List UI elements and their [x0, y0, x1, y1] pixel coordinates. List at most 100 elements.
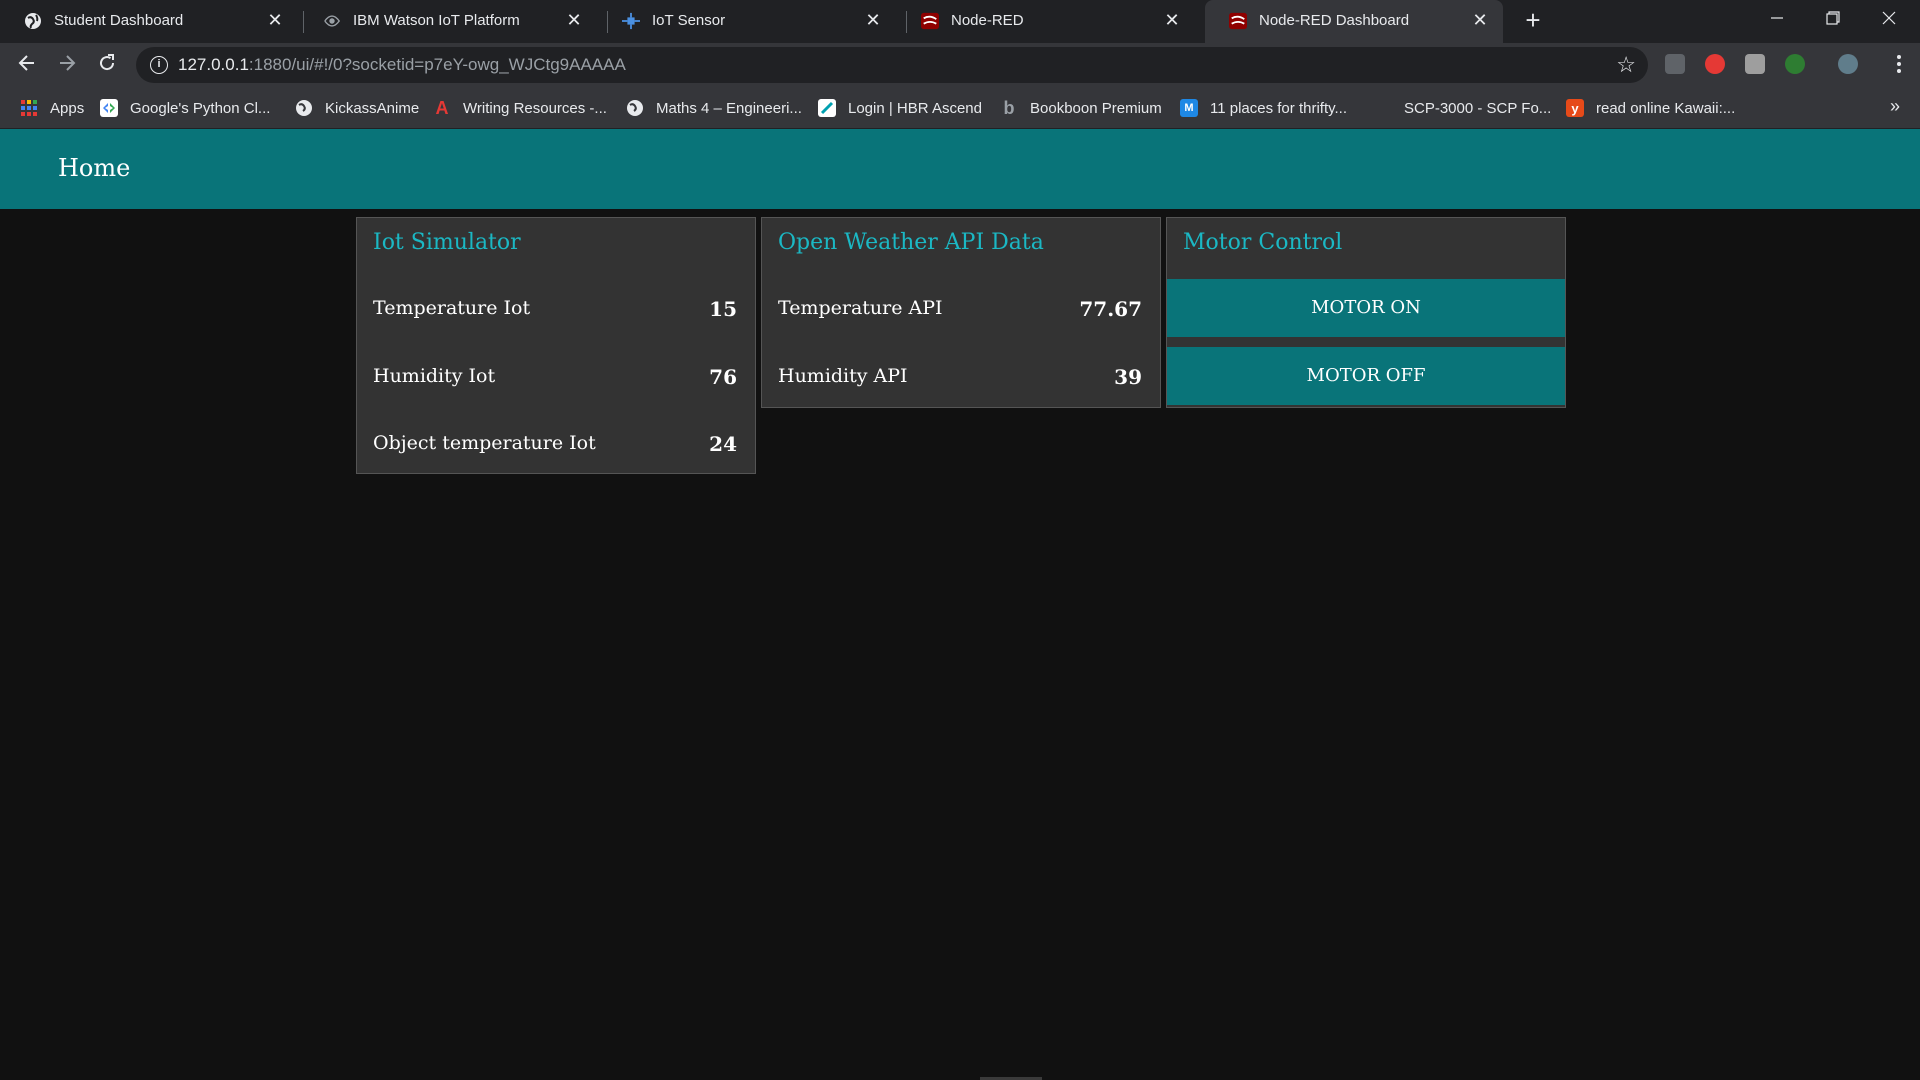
- tumblr-icon: y: [1566, 99, 1584, 117]
- browser-menu-icon[interactable]: [1896, 53, 1902, 77]
- object-temperature-iot-row: Object temperature Iot 24: [373, 429, 737, 459]
- motor-control-card: Motor Control MOTOR ON MOTOR OFF: [1166, 217, 1566, 408]
- bookmark-kawaii[interactable]: y read online Kawaii:...: [1566, 98, 1735, 118]
- card-title: Motor Control: [1183, 230, 1343, 255]
- tab-node-red[interactable]: Node-RED ✕: [897, 0, 1195, 43]
- humidity-iot-row: Humidity Iot 76: [373, 362, 737, 392]
- bookmark-label: Writing Resources -...: [463, 99, 607, 117]
- bookmark-label: read online Kawaii:...: [1596, 99, 1736, 117]
- google-dev-icon: [100, 99, 118, 117]
- arrow-right-icon: [60, 55, 76, 71]
- node-red-icon: [921, 12, 939, 30]
- restore-button[interactable]: [1810, 4, 1856, 34]
- bookmark-label: 11 places for thrifty...: [1210, 99, 1347, 117]
- bookmark-star-icon[interactable]: ☆: [1616, 52, 1636, 78]
- url-host: 127.0.0.1: [178, 55, 249, 74]
- bookmark-label: Maths 4 – Engineeri...: [656, 99, 802, 117]
- tab-title: IoT Sensor: [652, 12, 726, 29]
- tab-ibm-watson[interactable]: IBM Watson IoT Platform ✕: [299, 0, 597, 43]
- bookmark-label: SCP-3000 - SCP Fo...: [1404, 99, 1552, 117]
- motor-off-button[interactable]: MOTOR OFF: [1167, 347, 1565, 405]
- extension-grey-icon[interactable]: [1745, 54, 1765, 74]
- bookmark-apps[interactable]: Apps: [20, 98, 84, 118]
- bookmark-scp-3000[interactable]: SCP-3000 - SCP Fo...: [1374, 98, 1551, 118]
- node-red-icon: [1229, 12, 1247, 30]
- bookboon-icon: b: [1003, 97, 1015, 118]
- bookmark-google-python[interactable]: Google's Python Cl...: [100, 98, 270, 118]
- watson-icon: [323, 12, 341, 30]
- iot-simulator-card: Iot Simulator Temperature Iot 15 Humidit…: [356, 217, 756, 474]
- address-bar[interactable]: i 127.0.0.1:1880/ui/#!/0?socketid=p7eY-o…: [136, 47, 1648, 83]
- tab-title: Student Dashboard: [54, 12, 184, 29]
- close-icon[interactable]: ✕: [862, 9, 884, 31]
- tab-title: Node-RED: [951, 12, 1024, 29]
- tab-title: Node-RED Dashboard: [1259, 12, 1410, 29]
- browser-toolbar: i 127.0.0.1:1880/ui/#!/0?socketid=p7eY-o…: [0, 43, 1920, 88]
- iot-icon: [622, 12, 640, 30]
- motor-on-button[interactable]: MOTOR ON: [1167, 279, 1565, 337]
- extension-s-icon[interactable]: [1665, 54, 1685, 74]
- close-icon[interactable]: ✕: [563, 9, 585, 31]
- bookmark-label: Login | HBR Ascend: [848, 99, 982, 117]
- row-value: 77.67: [1079, 297, 1142, 321]
- bookmark-bookboon[interactable]: b Bookboon Premium: [1000, 98, 1162, 118]
- bookmarks-overflow-icon[interactable]: »: [1890, 96, 1900, 117]
- tab-iot-sensor[interactable]: IoT Sensor ✕: [598, 0, 896, 43]
- bookmark-label: Apps: [50, 99, 85, 117]
- reload-button[interactable]: [92, 51, 122, 81]
- tab-strip: Student Dashboard ✕ IBM Watson IoT Platf…: [0, 0, 1920, 43]
- bookmark-writing-resources[interactable]: A Writing Resources -...: [433, 98, 607, 118]
- close-icon[interactable]: ✕: [1161, 9, 1183, 31]
- row-label: Humidity Iot: [373, 365, 496, 387]
- reload-icon: [100, 54, 115, 71]
- apps-grid-icon: [20, 99, 38, 117]
- forward-button[interactable]: [52, 51, 82, 81]
- bookmark-maths[interactable]: Maths 4 – Engineeri...: [626, 98, 802, 118]
- close-icon[interactable]: ✕: [1469, 9, 1491, 31]
- bookmark-kickassanime[interactable]: KickassAnime: [295, 98, 419, 118]
- extension-green-icon[interactable]: [1785, 54, 1805, 74]
- bookmark-thrifty[interactable]: M 11 places for thrifty...: [1180, 98, 1347, 118]
- minimize-button[interactable]: [1754, 4, 1800, 34]
- back-button[interactable]: [12, 51, 42, 81]
- info-icon[interactable]: i: [150, 56, 168, 74]
- restore-icon: [1826, 11, 1840, 25]
- blank-icon: [1374, 99, 1392, 117]
- humidity-api-row: Humidity API 39: [778, 362, 1142, 392]
- profile-avatar-icon[interactable]: [1838, 54, 1858, 74]
- bookmark-hbr-ascend[interactable]: Login | HBR Ascend: [818, 98, 982, 118]
- bookmarks-bar: Apps Google's Python Cl... KickassAnime …: [0, 88, 1920, 129]
- url-path: :1880/ui/#!/0?socketid=p7eY-owg_WJCtg9AA…: [248, 55, 626, 74]
- tab-node-red-dashboard[interactable]: Node-RED Dashboard ✕: [1205, 0, 1503, 43]
- open-weather-card: Open Weather API Data Temperature API 77…: [761, 217, 1161, 408]
- close-icon[interactable]: ✕: [264, 9, 286, 31]
- globe-icon: [295, 99, 313, 117]
- extension-stop-icon[interactable]: [1705, 54, 1725, 74]
- row-label: Humidity API: [778, 365, 908, 387]
- row-label: Temperature API: [778, 297, 943, 319]
- row-label: Temperature Iot: [373, 297, 531, 319]
- m-icon: M: [1180, 99, 1198, 117]
- globe-icon: [626, 99, 644, 117]
- bookmark-label: Google's Python Cl...: [130, 99, 271, 117]
- row-value: 39: [1114, 365, 1142, 389]
- new-tab-button[interactable]: +: [1520, 7, 1546, 34]
- acrobat-icon: A: [435, 97, 449, 118]
- temperature-api-row: Temperature API 77.67: [778, 294, 1142, 324]
- dashboard-header: Home: [0, 129, 1920, 209]
- row-value: 15: [709, 297, 737, 321]
- page-title: Home: [58, 154, 131, 182]
- globe-icon: [24, 12, 42, 30]
- hbr-icon: [818, 99, 836, 117]
- temperature-iot-row: Temperature Iot 15: [373, 294, 737, 324]
- minimize-icon: [1771, 17, 1783, 19]
- row-value: 76: [709, 365, 737, 389]
- arrow-left-icon: [18, 55, 34, 71]
- close-icon: [1882, 11, 1896, 25]
- row-label: Object temperature Iot: [373, 432, 596, 454]
- tab-student-dashboard[interactable]: Student Dashboard ✕: [0, 0, 298, 43]
- url-text[interactable]: 127.0.0.1:1880/ui/#!/0?socketid=p7eY-owg…: [178, 55, 626, 75]
- window-close-button[interactable]: [1866, 4, 1912, 34]
- row-value: 24: [709, 432, 737, 456]
- card-title: Open Weather API Data: [778, 230, 1044, 255]
